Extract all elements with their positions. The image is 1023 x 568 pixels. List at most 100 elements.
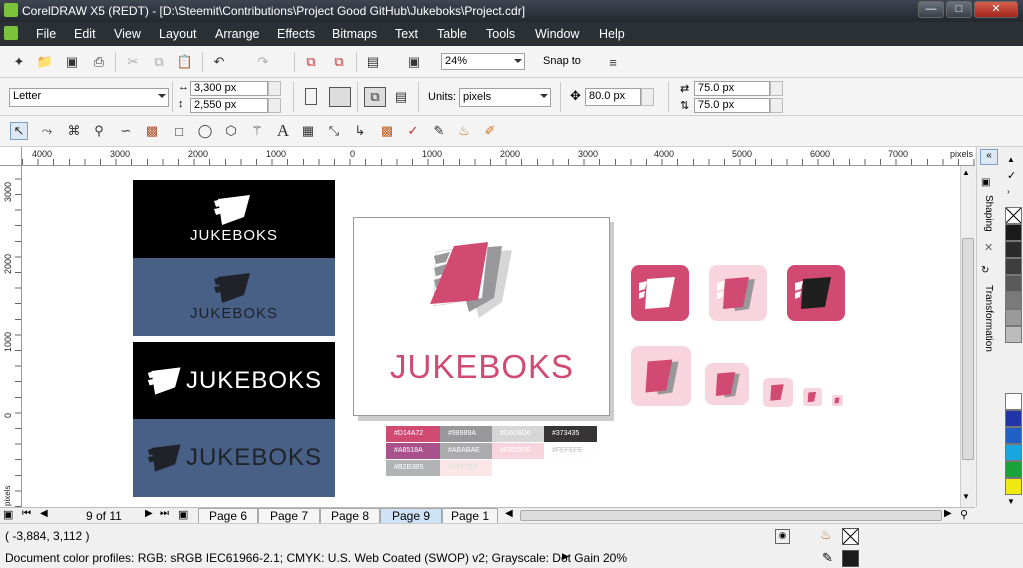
paste-icon[interactable]: 📋	[176, 53, 194, 71]
crop-tool-icon[interactable]: ⌘	[65, 122, 83, 140]
eyedropper-tool-icon[interactable]: ✓	[404, 122, 422, 140]
nudge-distance-field[interactable]: 80.0 px	[585, 88, 641, 106]
cut-icon[interactable]: ✂	[124, 53, 142, 71]
fill-indicator-icon[interactable]: ♨	[820, 527, 832, 543]
menu-window[interactable]: Window	[535, 27, 579, 41]
duplicate-y-spinner[interactable]	[770, 98, 783, 113]
logo-black-stacked[interactable]: JUKEBOKS	[133, 180, 335, 258]
palette-flyout-icon[interactable]: ›	[1007, 187, 1010, 196]
color-swatch[interactable]: #FEFEFE	[544, 443, 597, 459]
page-tab[interactable]: Page 7	[258, 508, 320, 524]
color-swatch[interactable]: #B2B3B5	[386, 460, 440, 476]
app-icon-dark[interactable]	[787, 265, 845, 321]
app-icon-small[interactable]	[763, 378, 793, 407]
next-page-icon[interactable]: ▶	[145, 508, 153, 519]
close-button[interactable]: ✕	[974, 1, 1018, 18]
docker-tab-shaping[interactable]: Shaping	[983, 195, 994, 232]
vertical-ruler[interactable]: 3000 2000 1000 0 pixels	[0, 166, 22, 507]
menu-view[interactable]: View	[114, 27, 141, 41]
minimize-button[interactable]: —	[918, 1, 944, 18]
add-page-before-icon[interactable]: ▣	[3, 508, 13, 521]
transformation-tab-icon[interactable]: ↻	[981, 265, 989, 276]
scroll-down-icon[interactable]: ▼	[962, 492, 970, 501]
menu-edit[interactable]: Edit	[74, 27, 96, 41]
portrait-icon[interactable]	[305, 88, 317, 105]
app-icon-tiny[interactable]	[832, 395, 843, 406]
color-swatch[interactable]: #FBE7E8	[440, 460, 492, 476]
page-tab[interactable]: Page 1	[442, 508, 498, 524]
palette-swatch[interactable]	[1005, 427, 1022, 444]
palette-options-icon[interactable]: ✓	[1007, 169, 1016, 182]
current-page-icon[interactable]: ▤	[392, 88, 410, 106]
color-swatch[interactable]: #A8518A	[386, 443, 440, 459]
page-size-select[interactable]: Letter	[9, 88, 169, 107]
outline-pen-indicator-icon[interactable]: ✎	[822, 550, 833, 566]
scroll-right-icon[interactable]: ▶	[944, 508, 952, 519]
last-page-icon[interactable]: ⏭	[160, 508, 169, 519]
application-launcher-icon[interactable]: ▤	[364, 53, 382, 71]
color-swatch[interactable]: #373435	[544, 426, 597, 442]
basic-shapes-tool-icon[interactable]: ⚚	[248, 122, 266, 140]
logo-blue-horizontal[interactable]: JUKEBOKS	[133, 419, 335, 497]
height-spinner[interactable]	[268, 98, 281, 113]
undo-icon[interactable]: ↶	[210, 53, 228, 71]
vertical-scrollbar[interactable]: ▲ ▼	[960, 166, 975, 507]
app-icon-xsmall[interactable]	[803, 388, 822, 406]
palette-swatch[interactable]	[1005, 241, 1022, 258]
palette-swatch[interactable]	[1005, 410, 1022, 427]
app-icon-large[interactable]	[631, 346, 691, 406]
blend-tool-icon[interactable]: ▩	[378, 122, 396, 140]
save-icon[interactable]: ▣	[63, 53, 81, 71]
scroll-up-icon[interactable]: ▲	[962, 168, 970, 177]
shaping-tab-icon[interactable]: ▣	[981, 177, 990, 188]
menu-file[interactable]: File	[36, 27, 56, 41]
maximize-button[interactable]: □	[946, 1, 972, 18]
palette-swatch[interactable]	[1005, 275, 1022, 292]
color-swatch[interactable]: #F8D5DE	[492, 443, 544, 459]
docker-tab-transformation[interactable]: Transformation	[983, 285, 994, 352]
logo-blue-stacked[interactable]: JUKEBOKS	[133, 258, 335, 336]
palette-swatch[interactable]	[1005, 326, 1022, 343]
outline-pen-tool-icon[interactable]: ✎	[430, 122, 448, 140]
palette-swatch[interactable]	[1005, 309, 1022, 326]
freehand-tool-icon[interactable]: ∽	[117, 122, 135, 140]
text-tool-icon[interactable]: A	[274, 121, 292, 140]
width-spinner[interactable]	[268, 81, 281, 96]
collapse-docker-icon[interactable]: «	[980, 149, 998, 165]
add-page-after-icon[interactable]: ▣	[178, 508, 188, 521]
zoom-level-field[interactable]: 24%	[441, 53, 525, 70]
app-icon-light-pink[interactable]	[709, 265, 767, 321]
status-expand-icon[interactable]: ▶	[562, 551, 569, 562]
vertical-scroll-thumb[interactable]	[962, 238, 974, 460]
first-page-icon[interactable]: ⏮	[22, 508, 31, 519]
palette-swatch[interactable]	[1005, 292, 1022, 309]
options-icon[interactable]: ≡	[604, 53, 622, 71]
new-document-icon[interactable]: ✦	[10, 53, 28, 71]
export-icon[interactable]: ⧉	[330, 53, 348, 71]
color-profiles-text[interactable]: Document color profiles: RGB: sRGB IEC61…	[5, 551, 627, 565]
document-icon[interactable]	[4, 26, 18, 40]
navigator-zoom-icon[interactable]: ⚲	[960, 508, 968, 521]
interactive-fill-tool-icon[interactable]: ✐	[481, 122, 499, 140]
rectangle-tool-icon[interactable]: □	[170, 122, 188, 140]
ellipse-tool-icon[interactable]: ◯	[196, 122, 214, 140]
duplicate-x-spinner[interactable]	[770, 81, 783, 96]
color-swatch[interactable]: #98989A	[440, 426, 492, 442]
menu-bitmaps[interactable]: Bitmaps	[332, 27, 377, 41]
duplicate-y-field[interactable]: 75.0 px	[694, 98, 770, 113]
page-tab[interactable]: Page 6	[198, 508, 258, 524]
zoom-tool-icon[interactable]: ⚲	[90, 122, 108, 140]
polygon-tool-icon[interactable]: ⬡	[222, 122, 240, 140]
horizontal-ruler[interactable]: 4000 3000 2000 1000 0 1000 2000 3000 400…	[22, 147, 975, 166]
color-swatch[interactable]: #D14A72	[386, 426, 440, 442]
shape-tool-icon[interactable]: ⤳	[38, 122, 56, 140]
palette-swatch[interactable]	[1005, 393, 1022, 410]
landscape-icon[interactable]	[329, 87, 351, 107]
horizontal-scroll-thumb[interactable]	[520, 510, 942, 521]
menu-effects[interactable]: Effects	[277, 27, 315, 41]
page-height-field[interactable]: 2,550 px	[190, 98, 268, 113]
snap-status-icon[interactable]: ◉	[775, 529, 790, 544]
smart-fill-tool-icon[interactable]: ▩	[143, 122, 161, 140]
copy-icon[interactable]: ⧉	[150, 53, 168, 71]
previous-page-icon[interactable]: ◀	[40, 508, 48, 519]
